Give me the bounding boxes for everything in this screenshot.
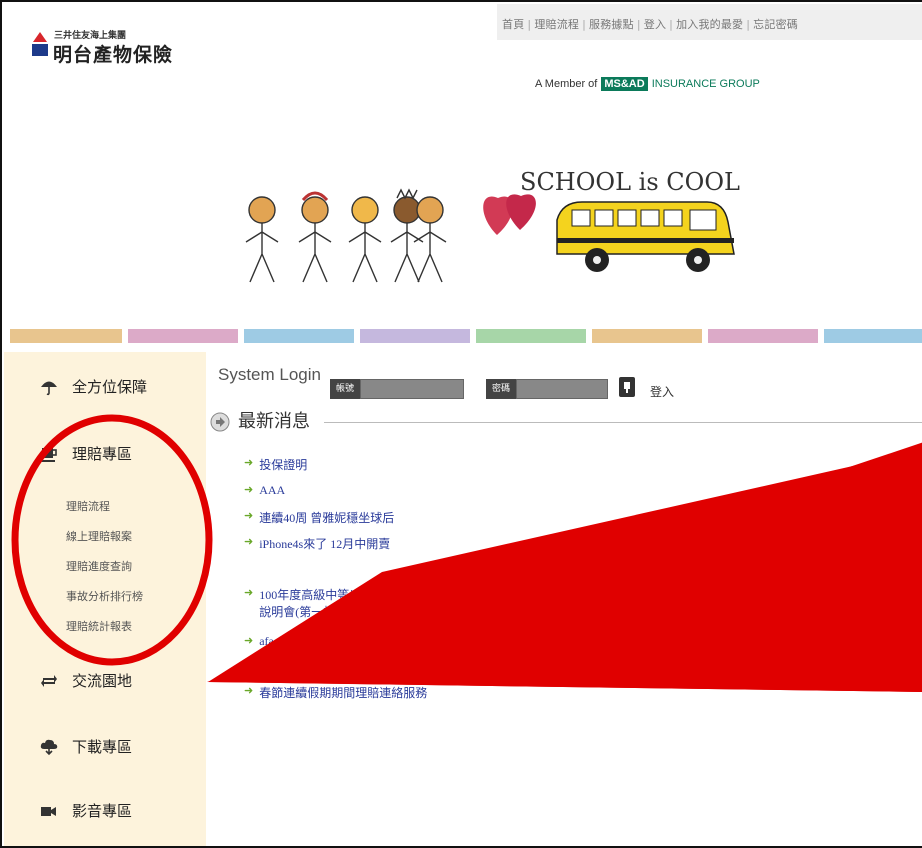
subitem-claim-progress[interactable]: 理賠進度查詢 <box>66 558 132 574</box>
msad-badge: MS&AD <box>601 77 648 91</box>
stripe <box>476 329 586 343</box>
subitem-accident-ranking[interactable]: 事故分析排行榜 <box>66 588 143 604</box>
nav-service-locations-link[interactable]: 服務據點 <box>589 18 634 31</box>
umbrella-icon <box>41 381 57 395</box>
hearts-illustration <box>483 194 536 235</box>
sidebar-item-claims[interactable]: 理賠專區 <box>40 443 132 464</box>
sidebar-item-label: 影音專區 <box>72 802 133 820</box>
lock-icon[interactable] <box>618 376 636 398</box>
arrow-icon: ➜ <box>244 510 254 522</box>
logo-title: 明台產物保險 <box>53 44 174 66</box>
video-icon <box>41 806 56 816</box>
arrow-icon: ➜ <box>244 587 254 599</box>
cloud-download-icon <box>40 739 58 755</box>
news-item[interactable]: ➜ iPhone4s來了 12月中開賣 <box>244 535 390 552</box>
sidebar-item-full-coverage[interactable]: 全方位保障 <box>40 376 147 397</box>
kid-figure <box>413 196 447 283</box>
subitem-claims-process[interactable]: 理賠流程 <box>66 498 110 514</box>
stripe <box>592 329 702 343</box>
sidebar-item-label: 交流園地 <box>72 672 133 690</box>
kid-figure <box>348 196 382 283</box>
news-item[interactable]: ➜ 100年度高級中等以下學校 說明會(第一梯次) <box>244 586 397 620</box>
nav-claims-process-link[interactable]: 理賠流程 <box>534 18 579 31</box>
sidebar-item-downloads[interactable]: 下載專區 <box>40 736 132 757</box>
banner-text: SCHOOL is COOL <box>520 168 740 196</box>
member-prefix: A Member of <box>535 78 598 90</box>
exchange-icon <box>41 674 57 687</box>
stripe <box>824 329 922 343</box>
news-item[interactable]: ➜ 投保證明 <box>244 456 307 473</box>
sidebar-item-exchange[interactable]: 交流園地 <box>40 670 132 691</box>
school-bus-illustration <box>556 201 735 272</box>
arrow-icon: ➜ <box>244 685 254 697</box>
sidebar-item-label: 全方位保障 <box>72 378 148 396</box>
sidebar-item-label: 理賠專區 <box>72 445 133 463</box>
kid-figure <box>245 196 279 283</box>
sidebar: 全方位保障 理賠專區 理賠流程 線上理賠報案 理賠進度查詢 事故分析排行榜 理賠… <box>4 352 206 846</box>
news-item[interactable]: ➜ AAA <box>244 483 285 498</box>
news-arrow-icon <box>210 412 230 432</box>
news-divider <box>324 422 922 423</box>
top-nav: 首頁 | 理賠流程 | 服務據點 | 登入 | 加入我的最愛 | 忘記密碼 <box>502 18 798 31</box>
insurance-group-text: INSURANCE GROUP <box>651 78 760 90</box>
stripe <box>128 329 238 343</box>
news-item[interactable]: ➜ 連續40周 曾雅妮穩坐球后 <box>244 509 394 526</box>
msig-logo-icon <box>32 32 48 56</box>
nav-add-favorite-link[interactable]: 加入我的最愛 <box>676 18 743 31</box>
news-item[interactable]: ➜ afasfasfs <box>244 634 301 649</box>
stripe <box>10 329 122 343</box>
nav-login-link[interactable]: 登入 <box>644 18 666 31</box>
arrow-icon: ➜ <box>244 484 254 496</box>
sidebar-item-label: 下載專區 <box>72 738 133 756</box>
kid-figure <box>298 191 332 283</box>
password-input[interactable] <box>516 379 608 399</box>
annotation-pointer <box>207 442 922 692</box>
news-item[interactable]: ➜ fdsa <box>244 660 279 675</box>
cup-icon <box>40 447 57 462</box>
subitem-online-claim-report[interactable]: 線上理賠報案 <box>66 528 132 544</box>
nav-forgot-password-link[interactable]: 忘記密碼 <box>753 18 798 31</box>
account-label: 帳號 <box>330 379 360 399</box>
stripe <box>244 329 354 343</box>
system-login-title: System Login <box>218 365 321 384</box>
arrow-icon: ➜ <box>244 457 254 469</box>
news-section-title: 最新消息 <box>238 411 310 432</box>
member-line: A Member of MS&AD INSURANCE GROUP <box>535 77 760 91</box>
stripe <box>708 329 818 343</box>
account-input[interactable] <box>360 379 464 399</box>
nav-home-link[interactable]: 首頁 <box>502 18 524 31</box>
arrow-icon: ➜ <box>244 661 254 673</box>
stripe <box>360 329 470 343</box>
subitem-claim-statistics[interactable]: 理賠統計報表 <box>66 618 132 634</box>
sidebar-item-media[interactable]: 影音專區 <box>40 800 132 821</box>
password-label: 密碼 <box>486 379 516 399</box>
school-is-cool-banner: SCHOOL is COOL <box>245 168 740 283</box>
arrow-icon: ➜ <box>244 635 254 647</box>
news-item[interactable]: ➜ 春節連續假期期間理賠連絡服務 <box>244 684 427 701</box>
color-stripes <box>2 329 922 343</box>
login-button[interactable]: 登入 <box>650 383 674 400</box>
page-frame: 首頁 | 理賠流程 | 服務據點 | 登入 | 加入我的最愛 | 忘記密碼 三井住友海上集團 明台產… <box>0 0 922 848</box>
arrow-icon: ➜ <box>244 536 254 548</box>
